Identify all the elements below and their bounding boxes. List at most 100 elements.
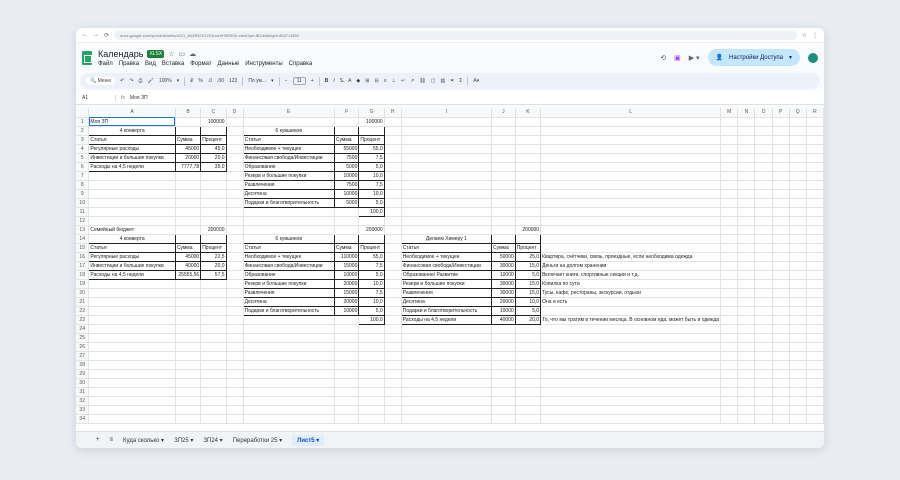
cell[interactable]	[737, 225, 756, 235]
cell[interactable]	[401, 216, 493, 226]
cell[interactable]	[515, 360, 542, 370]
cell[interactable]	[737, 324, 756, 334]
cell[interactable]	[226, 135, 244, 145]
cell[interactable]	[772, 171, 790, 181]
cell[interactable]	[175, 306, 202, 316]
cell[interactable]	[789, 405, 807, 415]
cell[interactable]	[789, 288, 807, 298]
cell[interactable]	[226, 225, 244, 235]
cell[interactable]	[515, 378, 542, 388]
cell[interactable]	[226, 207, 244, 217]
reload-icon[interactable]: ⟳	[104, 32, 109, 39]
column-header[interactable]: G	[358, 108, 385, 118]
cell[interactable]	[806, 414, 824, 424]
cell[interactable]	[720, 396, 739, 406]
cell[interactable]	[175, 297, 202, 307]
cloud-status-icon[interactable]: ☁	[189, 50, 196, 58]
cell[interactable]	[772, 387, 790, 397]
cell[interactable]	[772, 117, 790, 127]
menu-edit[interactable]: Правка	[119, 61, 139, 67]
cell[interactable]	[200, 387, 227, 397]
cell[interactable]: 200000	[515, 225, 542, 235]
cell[interactable]	[540, 207, 722, 217]
tab-kuda-skolko[interactable]: Куда сколько ▾	[123, 437, 164, 444]
cell[interactable]	[226, 369, 244, 379]
cell[interactable]	[754, 126, 773, 136]
cell[interactable]	[754, 162, 773, 172]
cell[interactable]	[540, 180, 722, 190]
cell[interactable]	[175, 198, 202, 208]
valign-icon[interactable]: ⊥	[392, 78, 396, 84]
move-folder-icon[interactable]: ▭	[179, 50, 186, 58]
cell[interactable]	[515, 342, 542, 352]
column-header[interactable]: E	[243, 108, 335, 118]
cell[interactable]: 7500	[333, 179, 360, 190]
cell[interactable]: То, что мы тратим в течении месяца. В ос…	[540, 315, 722, 325]
row-header[interactable]: 28	[76, 360, 90, 370]
cell[interactable]	[540, 126, 722, 136]
tab-list5[interactable]: Лист5 ▾	[292, 434, 325, 446]
spreadsheet-grid[interactable]: A B C D E F G H I J K L M N O P Q R 1 Моя ЗП 100000 100000 2 4 …	[76, 108, 824, 431]
cell[interactable]	[88, 216, 176, 226]
menu-data[interactable]: Данные	[218, 61, 240, 67]
cell[interactable]	[334, 333, 360, 343]
menu-format[interactable]: Формат	[190, 61, 211, 67]
cell[interactable]: 6 кувшинов	[242, 233, 335, 244]
fill-color-icon[interactable]: ◆	[356, 78, 360, 84]
cell[interactable]	[401, 144, 493, 154]
cell[interactable]	[226, 171, 244, 181]
cell[interactable]	[515, 126, 542, 136]
cell[interactable]: 10,0	[358, 296, 385, 307]
cell[interactable]	[772, 405, 790, 415]
cell[interactable]: Процент	[358, 242, 385, 253]
cell[interactable]	[754, 270, 773, 280]
cell[interactable]	[737, 360, 756, 370]
cell[interactable]	[358, 342, 385, 352]
column-header[interactable]: A	[88, 108, 176, 118]
cell[interactable]	[243, 324, 335, 334]
cell[interactable]	[754, 243, 773, 253]
cell[interactable]	[243, 396, 335, 406]
cell[interactable]	[200, 405, 227, 415]
cell[interactable]	[175, 279, 202, 289]
cell[interactable]	[806, 351, 824, 361]
cell[interactable]	[334, 405, 360, 415]
cell[interactable]	[88, 369, 176, 379]
cell[interactable]: Деньги на долгом хранении	[540, 261, 722, 271]
cell[interactable]	[515, 189, 542, 199]
all-sheets-icon[interactable]: ≡	[110, 437, 114, 443]
cell[interactable]	[88, 180, 176, 190]
column-header[interactable]: P	[772, 108, 790, 118]
comments-icon[interactable]: ▣	[674, 54, 681, 62]
cell[interactable]	[384, 126, 402, 136]
cell[interactable]: 7500	[333, 152, 360, 163]
cell[interactable]: 10000	[491, 269, 516, 280]
cell[interactable]	[88, 387, 176, 397]
cell[interactable]	[720, 288, 739, 298]
cell[interactable]	[754, 279, 773, 289]
cell[interactable]	[720, 297, 739, 307]
cell[interactable]	[491, 216, 516, 226]
cell[interactable]: 10,0	[358, 188, 385, 199]
cell[interactable]	[772, 351, 790, 361]
cell[interactable]	[720, 144, 739, 154]
row-header[interactable]: 22	[76, 306, 90, 316]
cell[interactable]	[772, 324, 790, 334]
cell[interactable]	[401, 126, 493, 136]
cell[interactable]	[806, 378, 824, 388]
cell[interactable]	[333, 233, 360, 244]
cell[interactable]	[540, 198, 722, 208]
cell[interactable]	[334, 117, 360, 127]
cell[interactable]: 7,5	[358, 179, 385, 190]
column-header[interactable]: K	[515, 108, 542, 118]
cell[interactable]: 5,0	[514, 305, 542, 316]
cell[interactable]	[200, 315, 227, 325]
cell[interactable]	[806, 162, 824, 172]
cell[interactable]	[88, 171, 176, 181]
cell[interactable]: 25555,56	[174, 269, 202, 280]
cell[interactable]	[720, 306, 739, 316]
cell[interactable]	[754, 333, 773, 343]
cell[interactable]	[806, 198, 824, 208]
cell[interactable]	[754, 234, 773, 244]
row-header[interactable]: 25	[76, 333, 90, 343]
